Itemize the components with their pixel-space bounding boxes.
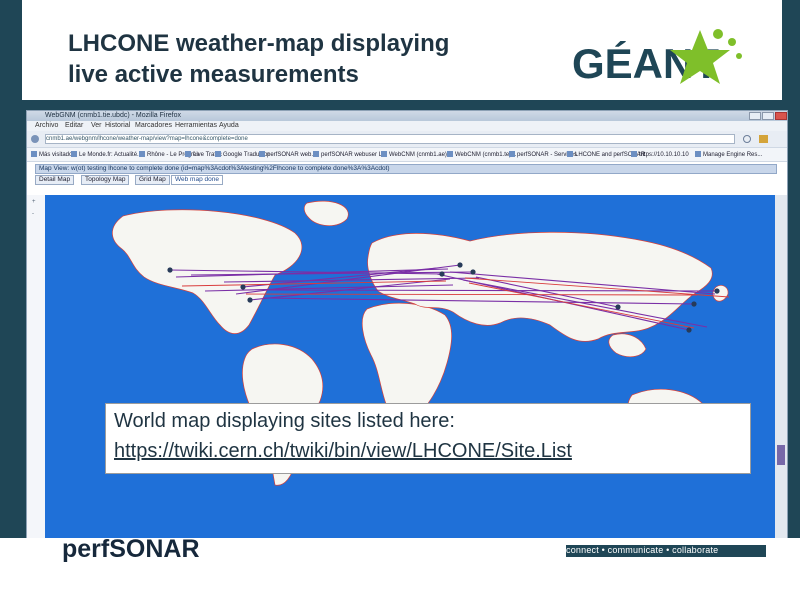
url-input[interactable]: cnmb1.ae/webgnm/lhcone/weather-map/view?… (45, 134, 735, 144)
logo-dot-icon (728, 38, 736, 46)
site-marker[interactable] (470, 269, 476, 275)
map-view-header: Map View: w(ot) testing lhcone to comple… (27, 162, 787, 195)
logo-dot-icon (713, 29, 723, 39)
menu-bar: Archivo Editar Ver Historial Marcadores … (27, 121, 787, 131)
menu-item-edit[interactable]: Editar (65, 122, 83, 129)
bookmark-item[interactable]: perfSONAR webuser L... (313, 151, 387, 158)
sidebar-toggle-icon[interactable]: - (32, 211, 34, 217)
tab-detail-map[interactable]: Detail Map (35, 175, 75, 185)
slide-title: LHCONE weather-map displaying live activ… (68, 28, 538, 90)
bookmark-item[interactable]: Más visitados (31, 151, 75, 158)
tab-topology-map[interactable]: Topology Map (81, 175, 130, 185)
callout-box: World map displaying sites listed here: … (105, 403, 751, 474)
callout-text: World map displaying sites listed here: (114, 410, 455, 432)
bookmark-item[interactable]: perfSONAR web... (259, 151, 316, 158)
logo-dot-icon (736, 53, 742, 59)
world-map-svg (45, 195, 775, 539)
perfsonar-logo: perfSONAR (62, 535, 200, 563)
site-marker[interactable] (240, 284, 246, 290)
menu-item-history[interactable]: Historial (105, 122, 130, 129)
bookmarks-bar: Más visitados Le Monde.fr: Actualité... … (27, 147, 787, 162)
slide-title-line-2: live active measurements (68, 61, 359, 88)
maximize-button[interactable] (762, 112, 774, 120)
menu-item-bookmarks[interactable]: Marcadores (135, 122, 172, 129)
map-view-title: Map View: w(ot) testing lhcone to comple… (35, 164, 777, 174)
bookmark-item[interactable]: Manage Engine Res... (695, 151, 762, 158)
site-marker[interactable] (247, 297, 253, 303)
menu-item-tools[interactable]: Herramientas (175, 122, 217, 129)
bookmark-item[interactable]: WebCNM (cnmb1.ae)... (381, 151, 452, 158)
window-title: WebGNM (cnmb1.tie.ubdc) - Mozilla Firefo… (45, 112, 182, 119)
tab-grid-map[interactable]: Grid Map (135, 175, 170, 185)
scroll-thumb[interactable] (777, 445, 785, 465)
navigation-toolbar: cnmb1.ae/webgnm/lhcone/weather-map/view?… (27, 131, 787, 147)
bookmark-item[interactable]: https://10.10.10.10 (631, 151, 689, 158)
home-icon[interactable] (759, 135, 768, 143)
menu-item-file[interactable]: Archivo (35, 122, 58, 129)
site-marker[interactable] (615, 304, 621, 310)
site-list-link[interactable]: https://twiki.cern.ch/twiki/bin/view/LHC… (114, 436, 572, 466)
page-scrollbar[interactable] (775, 195, 787, 539)
site-marker[interactable] (686, 327, 692, 333)
slide-tagline: connect • communicate • collaborate (566, 545, 719, 555)
minimize-button[interactable] (749, 112, 761, 120)
search-icon[interactable] (743, 135, 751, 143)
menu-item-view[interactable]: Ver (91, 122, 102, 129)
slide-title-line-1: LHCONE weather-map displaying (68, 30, 450, 57)
bookmark-item[interactable]: Le Monde.fr: Actualité... (71, 151, 142, 158)
menu-item-help[interactable]: Ayuda (219, 122, 239, 129)
window-titlebar: WebGNM (cnmb1.tie.ubdc) - Mozilla Firefo… (27, 111, 787, 121)
bookmark-item[interactable]: WebCNM (cnmb1.te)... (447, 151, 516, 158)
geant-logo: GÉANT (572, 29, 742, 87)
site-marker[interactable] (457, 262, 463, 268)
browser-screenshot: WebGNM (cnmb1.tie.ubdc) - Mozilla Firefo… (26, 110, 788, 540)
tab-web-map[interactable]: Web map done (171, 175, 223, 185)
world-map[interactable] (45, 195, 775, 539)
sidebar-toggle-icon[interactable]: + (32, 199, 36, 205)
map-sidebar: + - (27, 195, 46, 539)
presentation-slide: LHCONE weather-map displaying live activ… (0, 0, 800, 600)
site-marker[interactable] (714, 288, 720, 294)
site-marker[interactable] (439, 271, 445, 277)
close-button[interactable] (775, 112, 787, 120)
back-icon[interactable] (31, 135, 39, 143)
site-marker[interactable] (691, 301, 697, 307)
site-marker[interactable] (167, 267, 173, 273)
